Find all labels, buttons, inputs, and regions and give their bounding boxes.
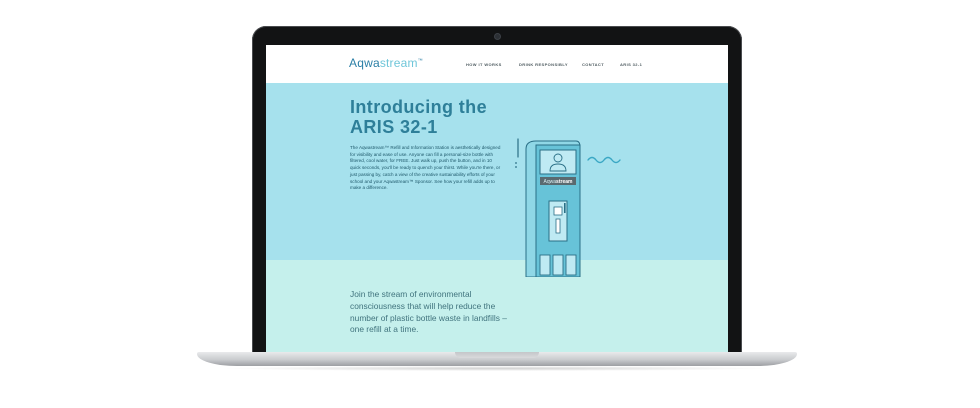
- laptop-shadow: [220, 366, 774, 371]
- water-drop-icon: [515, 162, 517, 164]
- kiosk-brand-label: Aqwastream: [544, 179, 573, 185]
- laptop-base: [197, 352, 797, 366]
- hero-title-line-2: ARIS 32-1: [350, 117, 438, 137]
- wave-icon: [587, 156, 621, 164]
- logo-text-aqwa: Aqwa: [349, 56, 380, 70]
- refill-station-illustration: Aqwastream: [515, 138, 621, 277]
- nav-how-it-works[interactable]: HOW IT WORKS: [466, 62, 502, 67]
- panel-indicator: [564, 203, 566, 213]
- cta-section: Join the stream of environmental conscio…: [266, 260, 728, 356]
- nav-aris-32-1[interactable]: ARIS 32-1: [620, 62, 642, 67]
- hero-title: Introducing the ARIS 32-1: [350, 97, 520, 137]
- laptop-lid: Aqwastream™ HOW IT WORKS DRINK RESPONSIB…: [252, 26, 742, 356]
- cta-text: Join the stream of environmental conscio…: [350, 289, 507, 335]
- dispense-button: [553, 206, 563, 216]
- water-drop-icon: [515, 166, 517, 168]
- laptop-screen: Aqwastream™ HOW IT WORKS DRINK RESPONSIB…: [266, 45, 728, 356]
- nav-drink-responsibly[interactable]: DRINK RESPONSIBLY: [519, 62, 568, 67]
- site-logo[interactable]: Aqwastream™: [349, 56, 423, 70]
- webcam-icon: [495, 34, 500, 39]
- kiosk-slot: [565, 254, 577, 276]
- dispenser-nozzle: [555, 218, 561, 234]
- hero-title-line-1: Introducing the: [350, 97, 487, 117]
- site-header: Aqwastream™ HOW IT WORKS DRINK RESPONSIB…: [266, 45, 728, 83]
- laptop-notch: [455, 352, 539, 358]
- kiosk-slot: [552, 254, 564, 276]
- logo-text-stream: stream: [379, 56, 418, 70]
- kiosk-slot: [539, 254, 551, 276]
- hero-description: The Aqwastream™ Refill and Information S…: [350, 145, 501, 191]
- logo-trademark: ™: [417, 58, 423, 64]
- nav-contact[interactable]: CONTACT: [582, 62, 604, 67]
- hero-section: Introducing the ARIS 32-1 The Aqwastream…: [266, 83, 728, 260]
